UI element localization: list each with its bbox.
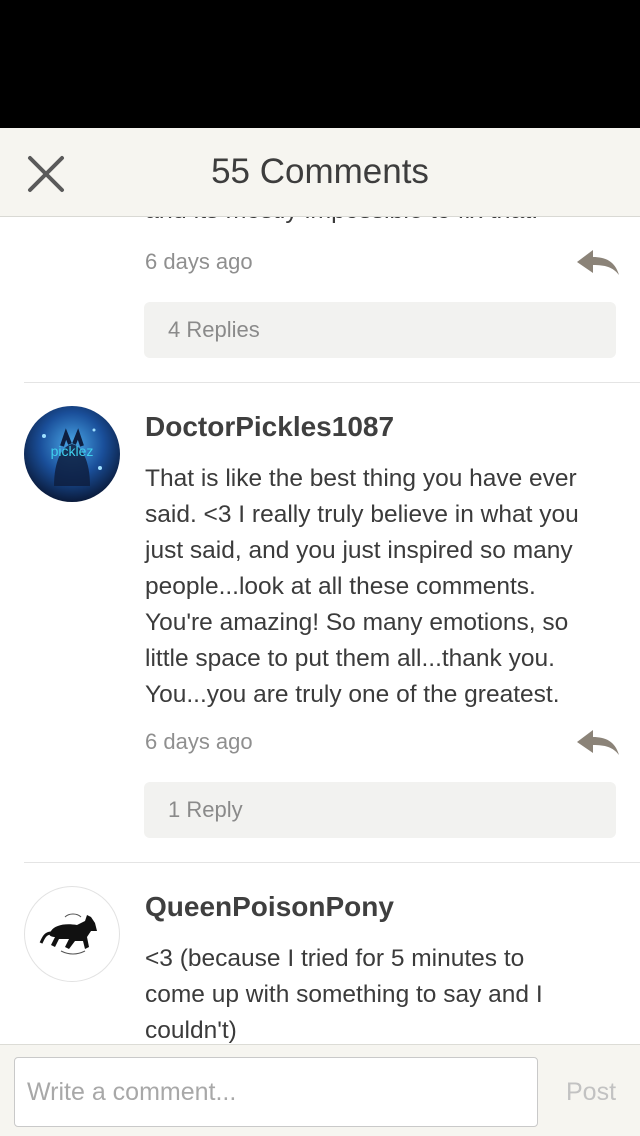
comment-input[interactable] bbox=[14, 1057, 538, 1127]
divider bbox=[24, 382, 640, 383]
comment-line: just said, and you just inspired so many bbox=[145, 537, 573, 564]
comment-username[interactable]: QueenPoisonPony bbox=[145, 889, 394, 925]
reply-icon[interactable] bbox=[575, 727, 621, 759]
comment-timestamp: 6 days ago bbox=[145, 249, 253, 274]
comment-line: said. <3 I really truly believe in what … bbox=[145, 501, 579, 528]
divider bbox=[24, 862, 640, 863]
comment-line: That is like the best thing you have eve… bbox=[145, 465, 577, 492]
comment-line: people...look at all these comments. bbox=[145, 573, 536, 600]
comment-timestamp: 6 days ago bbox=[145, 729, 253, 754]
comment-username[interactable]: DoctorPickles1087 bbox=[145, 409, 394, 445]
comments-list[interactable]: and its mostly impossible to fix that. 6… bbox=[0, 217, 640, 1044]
comment-composer: Post bbox=[0, 1044, 640, 1136]
pony-silhouette-icon bbox=[39, 913, 97, 955]
comment-line: come up with something to say and I bbox=[145, 981, 543, 1008]
comment-text: That is like the best thing you have eve… bbox=[145, 461, 625, 713]
page-title: 55 Comments bbox=[211, 152, 429, 191]
avatar-image: picklez bbox=[24, 406, 120, 502]
comment-line: You...you are truly one of the greatest. bbox=[145, 681, 560, 708]
view-replies-button[interactable]: 1 Reply bbox=[144, 782, 616, 838]
comment-line: You're amazing! So many emotions, so bbox=[145, 609, 569, 636]
status-bar bbox=[0, 0, 640, 128]
comments-header: 55 Comments bbox=[0, 128, 640, 217]
reply-icon[interactable] bbox=[575, 247, 621, 279]
comment-line: little space to put them all...thank you… bbox=[145, 645, 555, 672]
avatar[interactable]: picklez bbox=[24, 406, 120, 502]
post-button[interactable]: Post bbox=[556, 1057, 626, 1127]
comment-text: <3 (because I tried for 5 minutes to com… bbox=[145, 941, 625, 1044]
comment-text-partial: and its mostly impossible to fix that. bbox=[145, 217, 625, 228]
comment-line: couldn't) bbox=[145, 1017, 237, 1044]
avatar[interactable] bbox=[24, 886, 120, 982]
avatar-label: picklez bbox=[51, 443, 94, 459]
view-replies-button[interactable]: 4 Replies bbox=[144, 302, 616, 358]
comment-line: <3 (because I tried for 5 minutes to bbox=[145, 945, 525, 972]
